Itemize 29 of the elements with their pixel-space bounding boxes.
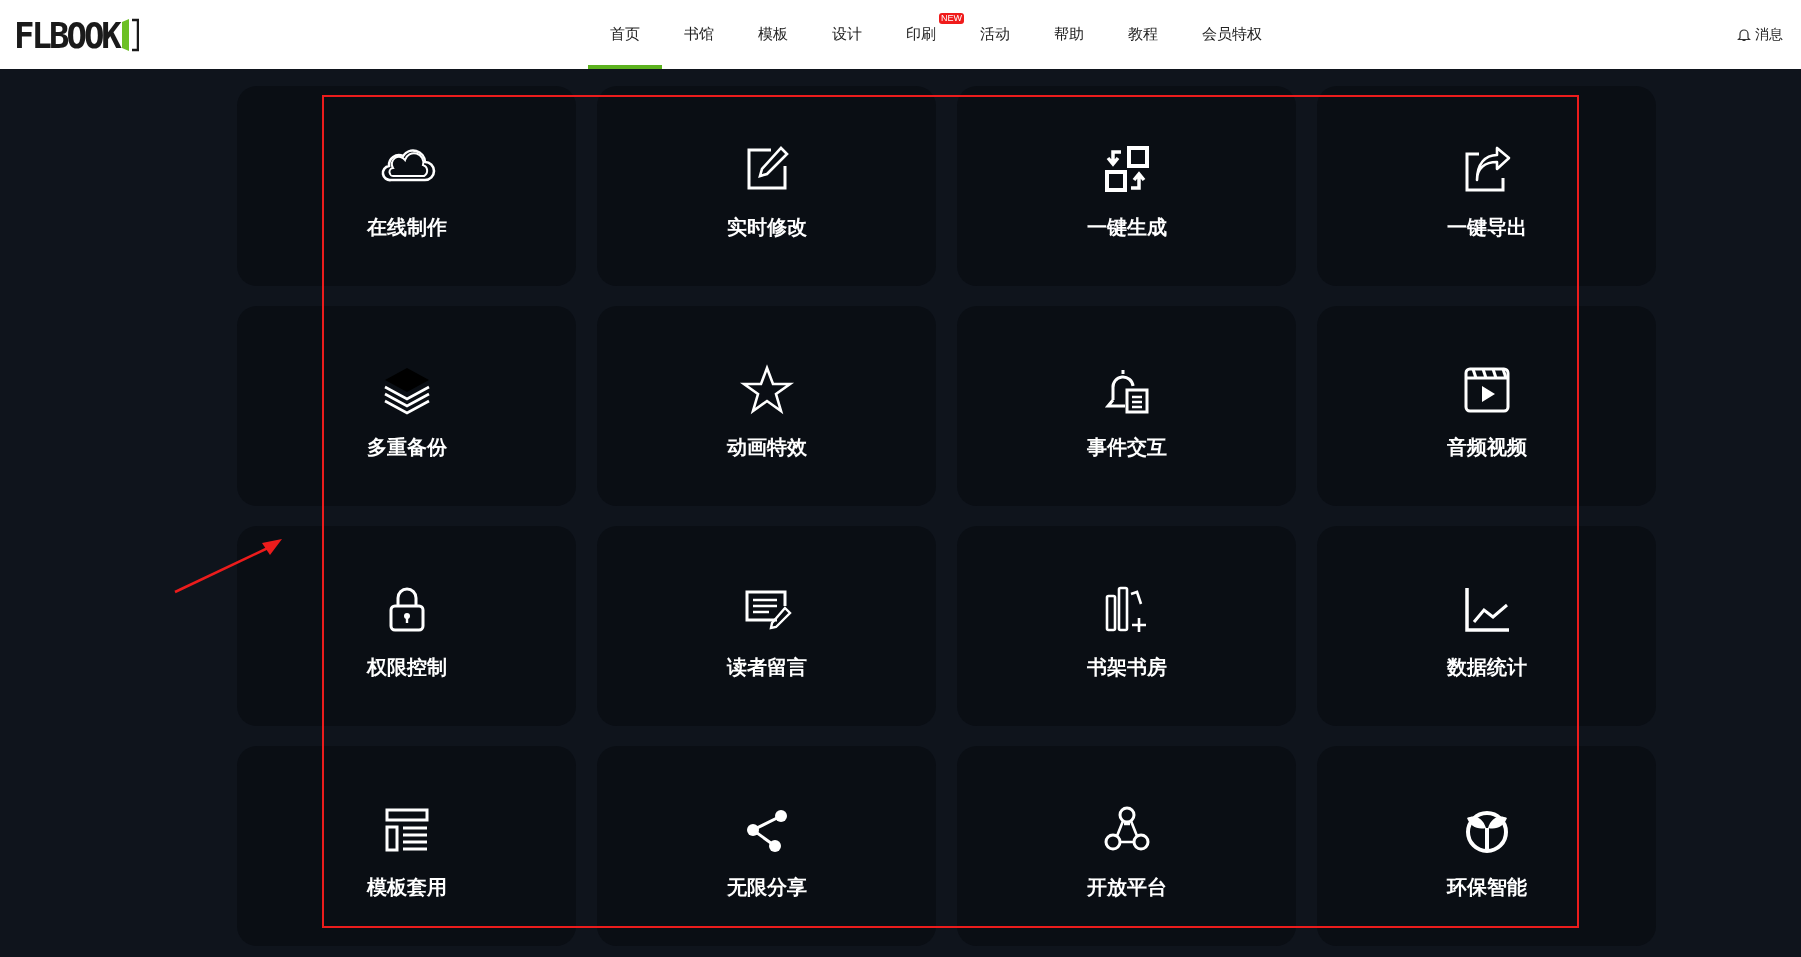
messages-link[interactable]: 消息 — [1755, 25, 1783, 44]
new-badge: NEW — [939, 13, 964, 24]
nav-tab[interactable]: 印刷 NEW — [884, 0, 966, 69]
feature-label: 读者留言 — [726, 654, 807, 681]
feature-label: 动画特效 — [726, 434, 807, 461]
feature-label: 一键生成 — [1086, 214, 1167, 241]
feature-label: 在线制作 — [366, 214, 447, 241]
logo-bracket-icon — [120, 17, 139, 52]
feature-label: 无限分享 — [726, 874, 807, 901]
feature-label: 实时修改 — [726, 214, 807, 241]
nav-tab[interactable]: 书馆 — [662, 0, 736, 69]
nav-tab[interactable]: 首页 — [588, 0, 662, 69]
feature-label: 模板套用 — [366, 874, 447, 901]
feature-label: 数据统计 — [1446, 654, 1527, 681]
feature-label: 权限控制 — [366, 654, 447, 681]
feature-label: 音频视频 — [1446, 434, 1527, 461]
feature-label: 多重备份 — [366, 434, 447, 461]
feature-label: 事件交互 — [1086, 434, 1167, 461]
nav-tab[interactable]: 帮助 — [1032, 0, 1106, 69]
feature-label: 一键导出 — [1446, 214, 1527, 241]
nav-tab[interactable]: 模板 — [736, 0, 810, 69]
bell-icon[interactable] — [1737, 27, 1751, 42]
nav-tab[interactable]: 会员特权 — [1180, 0, 1284, 69]
feature-label: 书架书房 — [1086, 654, 1167, 681]
logo-text[interactable]: FLBOOK — [14, 13, 119, 56]
feature-label: 开放平台 — [1086, 874, 1167, 901]
feature-label: 环保智能 — [1446, 874, 1527, 901]
nav-tab[interactable]: 教程 — [1106, 0, 1180, 69]
nav-tab[interactable]: 设计 — [810, 0, 884, 69]
